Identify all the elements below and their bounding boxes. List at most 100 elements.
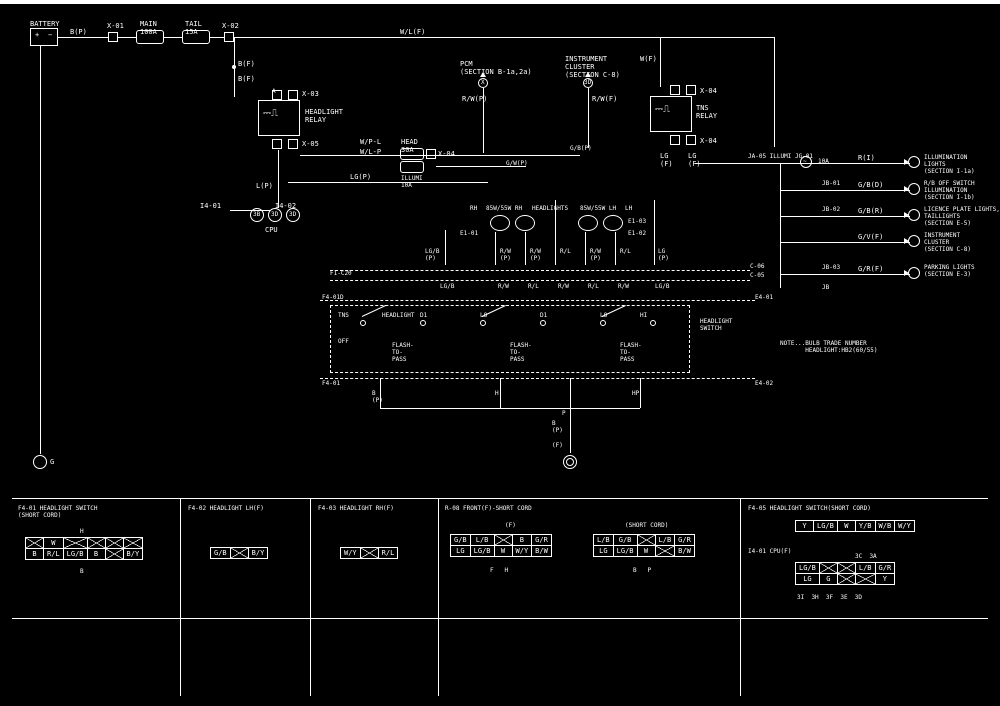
pin-label: H [495, 390, 499, 397]
pinout-table-r08b: L/BG/BL/BG/R LGLG/BWB/W [593, 534, 695, 557]
arrow [904, 238, 909, 244]
sw-contact [480, 320, 486, 326]
wire-label: R/W(P) [590, 248, 601, 262]
headlights-label: HEADLIGHTS [532, 205, 568, 212]
wire-label: R/L [620, 248, 631, 255]
conn-label: I4-01 [200, 202, 221, 210]
conn-label: C-05 [750, 272, 764, 279]
battery-plus: + [35, 31, 39, 39]
conn-label: E1-02 [628, 230, 646, 237]
pin: 3D [289, 211, 296, 218]
arrow [480, 72, 486, 77]
jb-label: JB [822, 284, 829, 291]
sw-lbl: D1 [420, 312, 427, 319]
output-label: R/B OFF SWITCH ILLUMINATION (SECTION I-1… [924, 180, 975, 201]
conn-label: F4-01D [322, 294, 344, 301]
output-label: LICENCE PLATE LIGHTS, TAILLIGHTS (SECTIO… [924, 206, 1000, 227]
conn-row [320, 300, 755, 301]
wire [118, 37, 136, 38]
table-top-label: H [80, 528, 84, 535]
fuse-small: 10A [818, 158, 829, 165]
outer-frame [0, 0, 1000, 4]
output-label: PARKING LIGHTS (SECTION E-3) [924, 264, 975, 278]
sw-lbl: TNS [338, 312, 349, 319]
table-sub: (SHORT CORD) [625, 522, 668, 529]
wire-label: R/W(P) [500, 248, 511, 262]
wire-label: G/V(F) [858, 233, 883, 241]
conn-label: E4-01 [755, 294, 773, 301]
output-node [908, 235, 920, 247]
bulb [515, 215, 535, 231]
top-labels: 3C 3A [855, 553, 877, 560]
connector [686, 85, 696, 95]
node-sym: ~ [803, 158, 807, 165]
sw-lbl: HEADLIGHT [382, 312, 415, 319]
arrow [904, 159, 909, 165]
output-label: ILLUMINATION LIGHTS (SECTION I-1a) [924, 154, 975, 175]
wire [288, 182, 488, 183]
wire-label: B(F) [238, 60, 255, 68]
relay-symbol: ⎓⎍ [655, 104, 670, 115]
wire-label: G/B(R) [858, 207, 883, 215]
sw-contact [650, 320, 656, 326]
connector [288, 139, 298, 149]
sw-contact [600, 320, 606, 326]
wire [164, 37, 182, 38]
wire [380, 408, 640, 409]
wire-label: B(F) [238, 75, 255, 83]
hl-rating: 85W/55W RH [486, 205, 522, 212]
wire-label: R/W [558, 283, 569, 290]
section-divider [12, 498, 988, 499]
conn-label: X-02 [222, 22, 239, 30]
wire [495, 232, 496, 265]
note-text: NOTE...BULB TRADE NUMBER HEADLIGHT:HB2(6… [780, 340, 878, 354]
wire-label: G/W(P) [506, 160, 528, 167]
bulb [578, 215, 598, 231]
instr-label: INSTRUMENT CLUSTER (SECTION C-8) [565, 55, 620, 79]
pin-label: HP [632, 390, 639, 397]
wire-label: LG/B [440, 283, 454, 290]
wire [780, 242, 910, 243]
pin: 3D [271, 211, 278, 218]
conn-label: F1-C20 [330, 270, 352, 277]
wire [500, 378, 501, 408]
pin-label: P [562, 410, 566, 417]
wire [695, 163, 875, 164]
sw-contact [540, 320, 546, 326]
bottom-label: B P [633, 567, 651, 574]
sw-label: HEADLIGHT SWITCH [700, 318, 733, 332]
wire [588, 88, 589, 148]
arrow [904, 186, 909, 192]
gnd-label: (F) [552, 442, 563, 449]
bottom-label: F H [490, 567, 508, 574]
arrow [585, 72, 591, 77]
wire [525, 232, 526, 265]
wire-label: R/L [588, 283, 599, 290]
sw-lbl: OFF [338, 338, 349, 345]
conn-row [330, 280, 750, 281]
conn-label: E4-02 [755, 380, 773, 387]
wire-label: L(P) [256, 182, 273, 190]
wire-label: G/B(P) [570, 145, 592, 152]
ground-dot [566, 458, 574, 466]
wire-label: G/B(D) [858, 181, 883, 189]
wire-label: R/W(P) [462, 95, 487, 103]
battery-minus: − [48, 31, 52, 39]
output-label: INSTRUMENT CLUSTER (SECTION C-8) [924, 232, 971, 253]
pinout-table-f4-01: W BR/LLG/BBB/Y [25, 537, 143, 560]
sw-contact [420, 320, 426, 326]
gnd-label: B(P) [372, 390, 383, 404]
pinout-table-f4-02: G/BB/Y [210, 547, 268, 559]
table-title: R-08 FRONT(F)-SHORT CORD [445, 505, 532, 512]
wire-label: R/W(P) [530, 248, 541, 262]
pin-label: A [272, 88, 276, 95]
sw-lbl: FLASH- TO- PASS [510, 342, 532, 363]
conn-row [320, 378, 755, 379]
relay-label: TNS RELAY [696, 104, 717, 120]
connector [670, 85, 680, 95]
wire [660, 37, 661, 87]
table-title: F4-05 HEADLIGHT SWITCH(SHORT CORD) [748, 505, 871, 512]
sw-lbl: D1 [540, 312, 547, 319]
table-title: I4-01 CPU(F) [748, 548, 791, 555]
connector [288, 90, 298, 100]
